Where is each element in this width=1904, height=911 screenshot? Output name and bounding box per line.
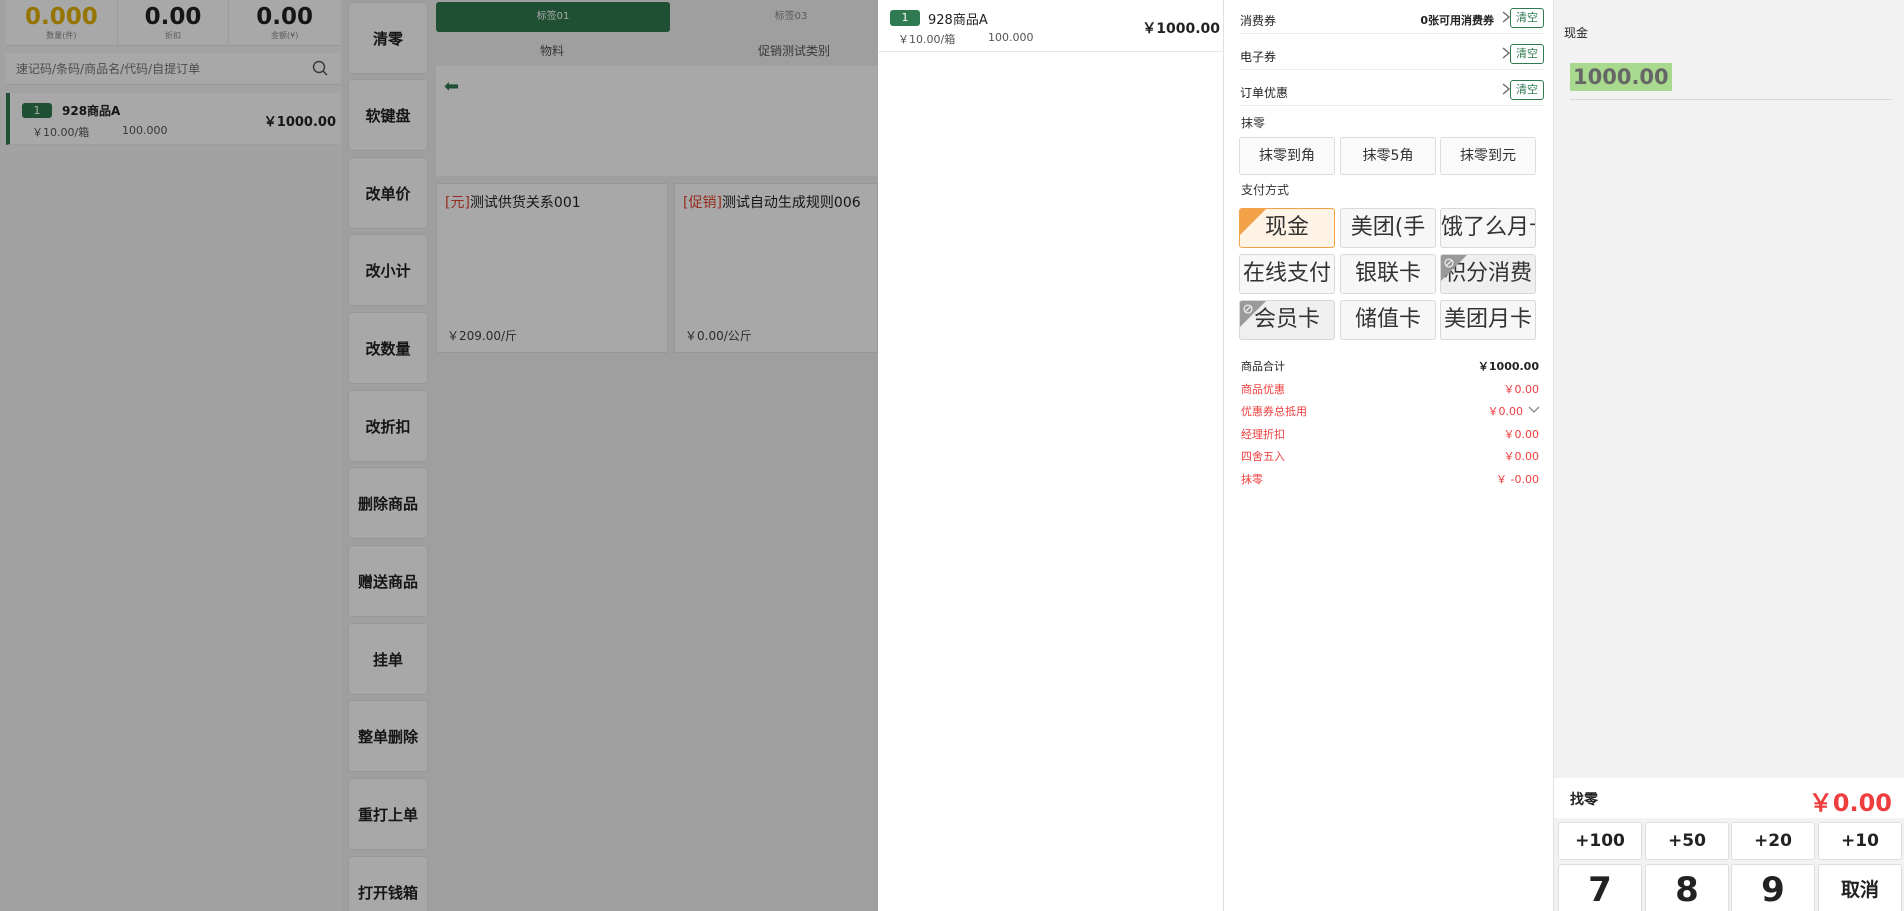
chevron-down-icon[interactable]	[1527, 404, 1541, 416]
modal-backdrop[interactable]	[0, 0, 878, 911]
payment-unionpay-button[interactable]: 银联卡	[1340, 254, 1436, 294]
order-item[interactable]: 1 928商品A ￥10.00/箱 100.000 ￥1000.00	[878, 0, 1224, 52]
payment-method-title: 支付方式	[1241, 183, 1290, 197]
payment-stored-value-button[interactable]: 储值卡	[1340, 300, 1436, 340]
clear-order-discount-button[interactable]: 清空	[1510, 80, 1544, 100]
order-item-name: 928商品A	[928, 13, 988, 28]
e-coupon-row[interactable]: 电子券 清空	[1240, 42, 1544, 70]
order-amount: ￥1000.00	[1142, 21, 1220, 37]
change-bar: 找零 ￥0.00	[1554, 778, 1904, 818]
summary-rounding: 四舍五入 ￥0.00	[1241, 450, 1539, 463]
payment-member-card-button[interactable]: 会员卡	[1239, 300, 1335, 340]
payment-cash-button[interactable]: 现金	[1239, 208, 1335, 248]
quick-add-10-button[interactable]: +10	[1818, 822, 1902, 860]
summary-manager-discount: 经理折扣 ￥0.00	[1241, 428, 1539, 441]
summary-coupon-total[interactable]: 优惠券总抵用 ￥0.00	[1241, 403, 1541, 423]
available-coupons: 0张可用消费券	[1420, 14, 1494, 27]
key-8-button[interactable]: 8	[1645, 864, 1729, 911]
payment-online-button[interactable]: 在线支付	[1239, 254, 1335, 294]
round-to-5jiao-button[interactable]: 抹零5角	[1340, 137, 1436, 175]
payment-points-button[interactable]: 积分消费	[1440, 254, 1536, 294]
quick-add-100-button[interactable]: +100	[1558, 822, 1642, 860]
cancel-button[interactable]: 取消	[1818, 864, 1902, 911]
clear-consumption-coupon-button[interactable]: 清空	[1510, 8, 1544, 28]
clear-e-coupon-button[interactable]: 清空	[1510, 44, 1544, 64]
payment-panel: 消费券 0张可用消费券 清空 电子券 清空 订单优惠 清空 抹零 抹零到角 抹零…	[1224, 0, 1554, 911]
disabled-flag-icon	[1240, 301, 1266, 327]
cash-amount-field[interactable]: 1000.00	[1570, 58, 1892, 100]
key-7-button[interactable]: 7	[1558, 864, 1642, 911]
change-label: 找零	[1570, 792, 1598, 808]
order-discount-row[interactable]: 订单优惠 清空	[1240, 78, 1544, 106]
payment-eleme-monthly-button[interactable]: 饿了么月卡	[1440, 208, 1536, 248]
quick-add-20-button[interactable]: +20	[1731, 822, 1815, 860]
consumption-coupon-row[interactable]: 消费券 0张可用消费券 清空	[1240, 6, 1544, 34]
order-list-panel: 1 928商品A ￥10.00/箱 100.000 ￥1000.00	[878, 0, 1224, 911]
change-amount: ￥0.00	[1808, 789, 1892, 817]
payment-meituan-monthly-button[interactable]: 美团月卡	[1440, 300, 1536, 340]
order-unit-price: ￥10.00/箱	[898, 33, 956, 46]
rounding-title: 抹零	[1241, 116, 1266, 130]
quick-add-50-button[interactable]: +50	[1645, 822, 1729, 860]
key-9-button[interactable]: 9	[1731, 864, 1815, 911]
summary-goods-discount: 商品优惠 ￥0.00	[1241, 383, 1539, 396]
disabled-flag-icon	[1441, 255, 1467, 281]
round-to-jiao-button[interactable]: 抹零到角	[1239, 137, 1335, 175]
cash-amount-input[interactable]: 1000.00	[1570, 63, 1672, 91]
cash-label: 现金	[1564, 26, 1589, 40]
round-to-yuan-button[interactable]: 抹零到元	[1440, 137, 1536, 175]
order-quantity: 100.000	[988, 31, 1034, 44]
cash-entry-panel: 现金 1000.00 找零 ￥0.00 +100 +50 +20 +10 7 8…	[1554, 0, 1904, 911]
order-index-badge: 1	[890, 10, 920, 26]
selected-flag-icon	[1240, 209, 1266, 235]
payment-meituan-button[interactable]: 美团(手	[1340, 208, 1436, 248]
summary-odd-removal: 抹零 ￥ -0.00	[1241, 473, 1539, 486]
summary-goods-total: 商品合计 ￥1000.00	[1241, 360, 1539, 373]
